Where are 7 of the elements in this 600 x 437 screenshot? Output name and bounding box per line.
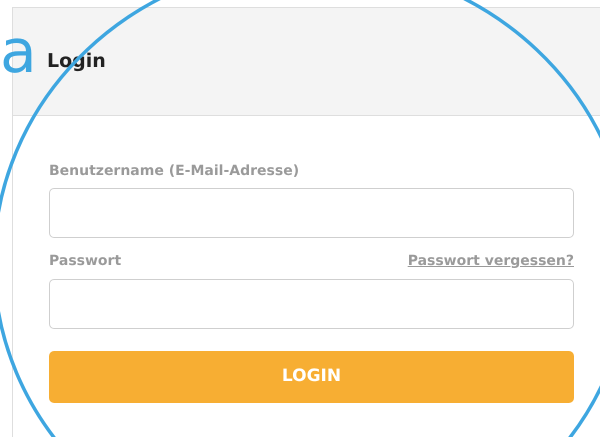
username-input[interactable] bbox=[49, 188, 574, 238]
field-label: Passwort bbox=[49, 252, 122, 271]
forgot-password-link[interactable]: Passwort vergessen? bbox=[408, 251, 574, 272]
login-button[interactable]: LOGIN bbox=[49, 351, 574, 403]
field-label: Benutzername (E-Mail-Adresse) bbox=[49, 162, 300, 181]
password-input[interactable] bbox=[49, 279, 574, 329]
annotation-label: a bbox=[0, 22, 37, 82]
